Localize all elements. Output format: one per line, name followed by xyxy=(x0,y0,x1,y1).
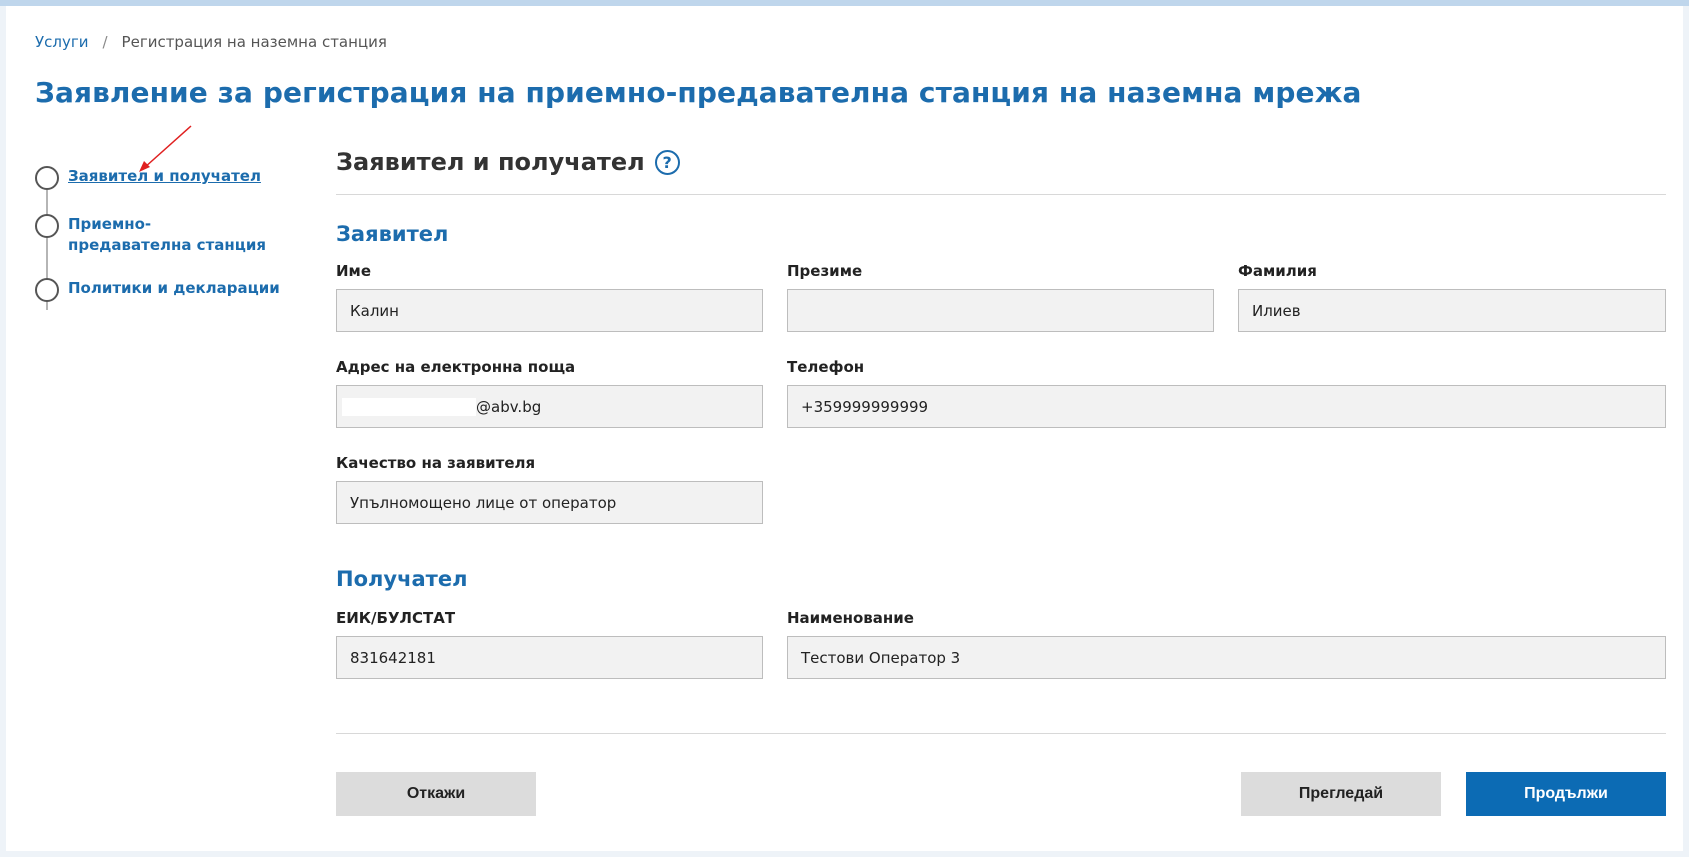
capacity-label: Качество на заявителя xyxy=(336,454,536,472)
company-name-field[interactable]: Тестови Оператор 3 xyxy=(787,636,1666,679)
step-circle-icon xyxy=(35,166,59,190)
breadcrumb-current: Регистрация на наземна станция xyxy=(121,33,387,51)
middle-name-field[interactable] xyxy=(787,289,1214,332)
middle-name-label: Презиме xyxy=(787,262,863,280)
step-station[interactable]: Приемно-предавателна станция xyxy=(35,214,268,256)
page-title: Заявление за регистрация на приемно-пред… xyxy=(35,76,1362,109)
company-name-label: Наименование xyxy=(787,609,914,627)
step-label[interactable]: Приемно-предавателна станция xyxy=(68,214,268,256)
section-title: Заявител и получател xyxy=(336,148,645,176)
email-label: Адрес на електронна поща xyxy=(336,358,576,376)
review-button[interactable]: Прегледай xyxy=(1241,772,1441,816)
phone-field[interactable]: +359999999999 xyxy=(787,385,1666,428)
email-value: @abv.bg xyxy=(476,397,542,416)
first-name-field[interactable]: Калин xyxy=(336,289,763,332)
help-icon[interactable]: ? xyxy=(654,149,680,175)
capacity-field[interactable]: Упълномощено лице от оператор xyxy=(336,481,763,524)
stepper: Заявител и получател Приемно-предавателн… xyxy=(35,166,295,336)
first-name-label: Име xyxy=(336,262,371,280)
last-name-field[interactable]: Илиев xyxy=(1238,289,1666,332)
annotation-arrow-icon xyxy=(139,125,192,172)
phone-label: Телефон xyxy=(787,358,865,376)
section-header: Заявител и получател ? xyxy=(336,148,680,176)
last-name-label: Фамилия xyxy=(1238,262,1317,280)
breadcrumb-services-link[interactable]: Услуги xyxy=(35,33,88,51)
step-policies[interactable]: Политики и декларации xyxy=(35,278,280,302)
breadcrumb: Услуги / Регистрация на наземна станция xyxy=(35,33,387,51)
redaction-mask xyxy=(342,397,476,416)
email-field[interactable]: @abv.bg xyxy=(336,385,763,428)
step-circle-icon xyxy=(35,278,59,302)
step-label[interactable]: Политики и декларации xyxy=(68,278,280,299)
continue-button[interactable]: Продължи xyxy=(1466,772,1666,816)
breadcrumb-separator: / xyxy=(102,33,108,51)
step-circle-icon xyxy=(35,214,59,238)
eik-field[interactable]: 831642181 xyxy=(336,636,763,679)
applicant-title: Заявител xyxy=(336,222,449,246)
page-card: Услуги / Регистрация на наземна станция … xyxy=(6,6,1683,851)
recipient-title: Получател xyxy=(336,567,468,591)
section-divider xyxy=(336,194,1666,195)
cancel-button[interactable]: Откажи xyxy=(336,772,536,816)
actions-divider xyxy=(336,733,1666,734)
eik-label: ЕИК/БУЛСТАТ xyxy=(336,609,456,627)
